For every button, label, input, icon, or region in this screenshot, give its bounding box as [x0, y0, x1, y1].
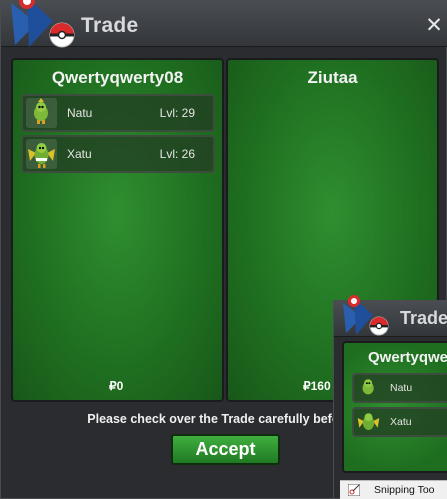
item-name: Natu	[390, 382, 413, 394]
second-title-bar[interactable]: Trade	[334, 295, 447, 337]
xatu-icon	[357, 413, 380, 430]
taskbar-label: Snipping Too	[374, 484, 435, 496]
money-offer-right: ₽160	[303, 379, 331, 393]
natu-icon	[362, 379, 374, 395]
item-level: Lvl: 29	[159, 106, 195, 120]
player-name-right: Ziutaa	[307, 68, 358, 87]
item-name: Xatu	[390, 416, 412, 428]
my-offer-panel: Qwertyqwerty08 Natu Lvl: 29 Xatu Lvl: 26…	[11, 58, 224, 402]
taskbar-item-snipping-tool[interactable]: Snipping Too	[340, 480, 447, 499]
offer-item-xatu[interactable]: Xatu Lvl: 26	[21, 135, 215, 173]
player-name-left: Qwertyqwerty08	[51, 68, 184, 87]
item-level: Lvl: 26	[159, 147, 195, 161]
second-offer-panel: Qwertyqwe Natu Xatu	[342, 341, 447, 473]
second-item-natu[interactable]: Natu	[352, 373, 447, 403]
item-name: Natu	[67, 106, 93, 120]
second-trade-window[interactable]: Trade Qwertyqwe Natu Xatu	[333, 295, 447, 499]
second-item-xatu[interactable]: Xatu	[352, 407, 447, 437]
close-icon[interactable]: ✕	[424, 15, 444, 36]
title-bar[interactable]: Trade ✕	[1, 0, 447, 48]
accept-button[interactable]: Accept	[171, 434, 280, 465]
money-offer-left: ₽0	[109, 379, 124, 393]
snipping-tool-icon	[348, 484, 360, 496]
pokeball-logo-icon	[343, 295, 389, 336]
pokeball-logo-icon	[11, 0, 75, 48]
window-title: Trade	[81, 14, 139, 37]
natu-icon	[26, 98, 57, 128]
item-name: Xatu	[67, 147, 92, 161]
xatu-icon	[26, 139, 57, 169]
second-window-title: Trade	[400, 308, 447, 328]
offer-item-natu[interactable]: Natu Lvl: 29	[21, 94, 215, 132]
second-player-name: Qwertyqwe	[368, 349, 447, 366]
